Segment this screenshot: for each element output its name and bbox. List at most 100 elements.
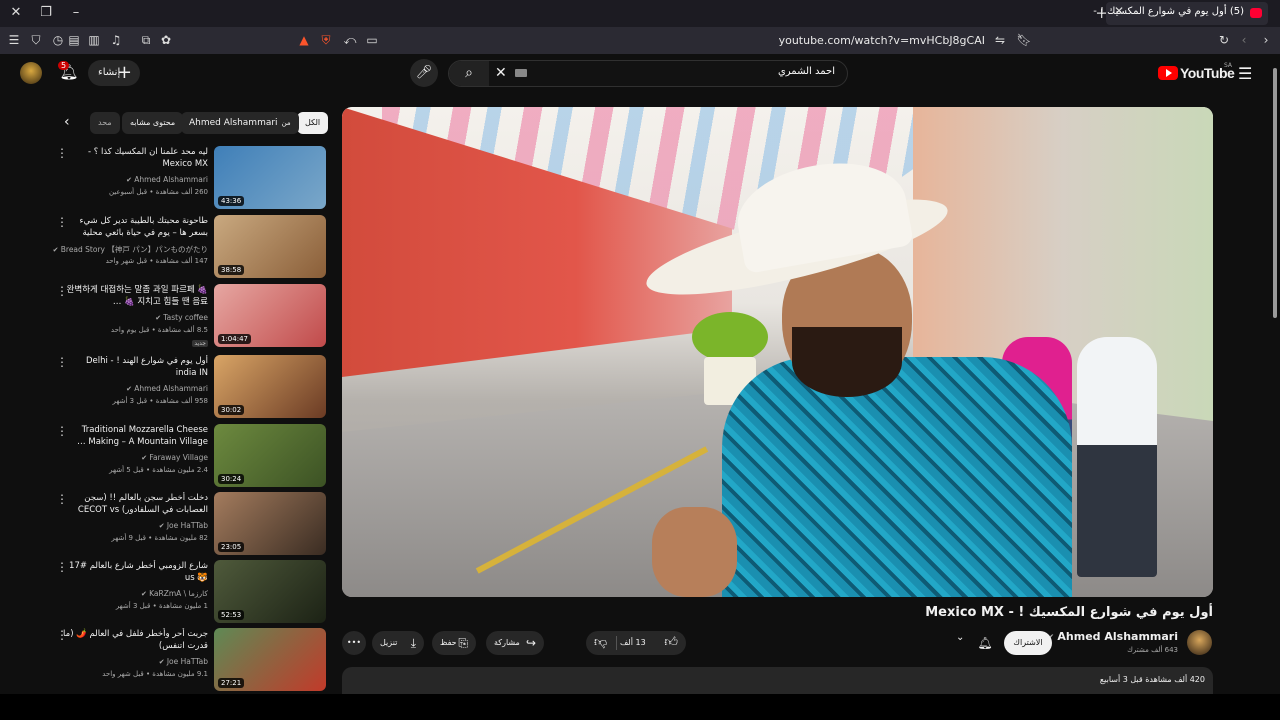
video-stats: 420 ألف مشاهدة قبل 3 أسابيع xyxy=(1099,675,1205,684)
more-actions-icon[interactable]: ••• xyxy=(342,631,366,655)
like-icon[interactable]: 👍︎ xyxy=(664,631,678,655)
chip-more[interactable]: محد xyxy=(90,112,120,134)
video-thumbnail[interactable]: 52:53 xyxy=(214,560,326,623)
menu-icon[interactable]: ☰ xyxy=(6,32,22,48)
download-button[interactable]: تنزيل ⤓ xyxy=(372,631,424,655)
share-button[interactable]: مشاركة ↪ xyxy=(486,631,544,655)
video-title[interactable]: دخلت أخطر سجن بالعالم !! (سجن العصابات ف… xyxy=(63,492,208,516)
notification-bell-icon[interactable]: 🔔︎ xyxy=(970,631,1000,655)
more-options-icon[interactable]: ⋮ xyxy=(56,628,68,642)
duration-badge: 1:04:47 xyxy=(218,334,251,344)
list-item[interactable]: 23:05 دخلت أخطر سجن بالعالم !! (سجن العصا… xyxy=(52,492,326,558)
channel-name[interactable]: ✔︎ Tasty coffee xyxy=(155,313,208,322)
sidebar-icon[interactable]: ▥ xyxy=(86,32,102,48)
video-thumbnail[interactable]: 38:58 xyxy=(214,215,326,278)
search-input[interactable]: ⌕ ✕ احمد الشمري xyxy=(448,60,848,87)
video-title[interactable]: ليه محد علمنا ان المكسيك كذا ؟ - Mexico … xyxy=(63,146,208,170)
channel-avatar[interactable] xyxy=(1187,630,1212,655)
video-title[interactable]: شارع الزومبي أخطر شارع بالعالم #17 🐯 us xyxy=(63,560,208,584)
restore-window-icon[interactable]: ❐ xyxy=(36,4,56,22)
close-tab-icon[interactable]: ✕ xyxy=(1114,4,1124,18)
video-thumbnail[interactable]: 27:21 xyxy=(214,628,326,691)
more-options-icon[interactable]: ⋮ xyxy=(56,492,68,506)
clear-search-icon[interactable]: ✕ xyxy=(495,65,507,81)
cast-icon[interactable]: ▭ xyxy=(364,32,380,48)
more-options-icon[interactable]: ⋮ xyxy=(56,560,68,574)
alert-icon[interactable]: ▲ xyxy=(296,32,312,48)
list-item[interactable]: 43:36 ليه محد علمنا ان المكسيك كذا ؟ - Me… xyxy=(52,146,326,212)
shield-icon[interactable]: ⛉ xyxy=(28,32,44,48)
list-item[interactable]: 27:21 جربت أحر وأخطر فلفل في العالم 🌶️ (م… xyxy=(52,628,326,694)
forward-icon[interactable]: › xyxy=(1258,32,1274,48)
create-button[interactable]: إنشاء + xyxy=(88,60,140,86)
description-box[interactable]: 420 ألف مشاهدة قبل 3 أسابيع xyxy=(342,667,1213,694)
channel-name[interactable]: ✔︎ Faraway Village xyxy=(141,453,208,462)
guide-menu-icon[interactable]: ☰ xyxy=(1238,64,1252,83)
youtube-logo[interactable]: YouTube SA xyxy=(1158,62,1235,84)
voice-search-mic-icon[interactable]: 🎤︎ xyxy=(410,59,438,87)
list-item[interactable]: 38:58 طاحونة محبتك بالطيبة تدير كل شيء بس… xyxy=(52,215,326,281)
video-player[interactable] xyxy=(342,107,1213,597)
region-code: SA xyxy=(1224,62,1233,69)
video-title[interactable]: جربت أحر وأخطر فلفل في العالم 🌶️ (ما قدر… xyxy=(63,628,208,652)
verified-icon: ✔︎ xyxy=(126,385,135,393)
minimize-window-icon[interactable]: – xyxy=(66,4,86,22)
notifications-bell-icon[interactable]: 🔔︎ 5 xyxy=(58,61,80,85)
site-settings-icon[interactable]: ⇋ xyxy=(992,32,1008,48)
list-item[interactable]: 1:04:47 🍇 완벽하게 대접하는 말좀 과일 파르페 🍇 지치고 힘들 땐 … xyxy=(52,284,326,350)
video-meta: 8.5 ألف مشاهدة • قبل يوم واحد xyxy=(110,326,208,334)
video-title[interactable]: Traditional Mozzarella Cheese Making – A… xyxy=(63,424,208,448)
scrollbar-thumb[interactable] xyxy=(1273,68,1277,318)
video-title[interactable]: أول يوم في شوارع الهند ! - Delhi india I… xyxy=(63,355,208,379)
channel-name[interactable]: ✔︎ Bread Story 【神戸 パン】パンものがたり xyxy=(53,244,208,255)
brave-shield-icon[interactable]: ⛨ xyxy=(318,32,334,48)
keyboard-icon[interactable] xyxy=(515,69,527,77)
list-item[interactable]: 30:24 Traditional Mozzarella Cheese Makin… xyxy=(52,424,326,490)
channel-name[interactable]: ✔︎ Ahmed Alshammari xyxy=(1047,630,1178,643)
tabs-icon[interactable]: ▤ xyxy=(66,32,82,48)
back-icon[interactable]: ‹ xyxy=(1236,32,1252,48)
dislike-icon[interactable]: 👎︎ xyxy=(594,631,607,655)
video-title[interactable]: طاحونة محبتك بالطيبة تدير كل شيء بسعر ها… xyxy=(63,215,208,239)
list-item[interactable]: 30:02 أول يوم في شوارع الهند ! - Delhi in… xyxy=(52,355,326,421)
more-options-icon[interactable]: ⋮ xyxy=(56,355,68,369)
account-avatar[interactable] xyxy=(20,62,42,84)
channel-name[interactable]: ✔︎ KaRZmA \ كارزما xyxy=(141,589,208,598)
browser-tab[interactable]: (5) أول يوم في شوارع المكسيك ! - ✕ xyxy=(1093,2,1268,25)
extensions-icon[interactable]: ✿ xyxy=(158,32,174,48)
channel-name[interactable]: ✔︎ Joe HaTTab xyxy=(159,657,208,666)
more-options-icon[interactable]: ⋮ xyxy=(56,215,68,229)
reload-icon[interactable]: ↻ xyxy=(1216,32,1232,48)
more-options-icon[interactable]: ⋮ xyxy=(56,424,68,438)
chip-all[interactable]: الكل xyxy=(297,112,329,134)
subscribe-button[interactable]: الاشتراك xyxy=(1004,631,1052,655)
video-thumbnail[interactable]: 1:04:47 xyxy=(214,284,326,347)
list-item[interactable]: 52:53 شارع الزومبي أخطر شارع بالعالم #17 … xyxy=(52,560,326,626)
chip-from-channel[interactable]: من Ahmed Alshammari xyxy=(181,112,299,134)
reader-icon[interactable]: ⤺ xyxy=(342,32,358,48)
page-scrollbar[interactable] xyxy=(1270,54,1280,694)
bookmark-icon[interactable]: 🔖︎ xyxy=(1016,32,1032,48)
chip-from-name: Ahmed Alshammari xyxy=(189,118,278,128)
video-thumbnail[interactable]: 23:05 xyxy=(214,492,326,555)
channel-name[interactable]: ✔︎ Ahmed Alshammari xyxy=(126,175,208,184)
channel-name[interactable]: ✔︎ Ahmed Alshammari xyxy=(126,384,208,393)
more-options-icon[interactable]: ⋮ xyxy=(56,284,68,298)
video-thumbnail[interactable]: 43:36 xyxy=(214,146,326,209)
save-button[interactable]: حفظ ⎘ xyxy=(432,631,476,655)
chip-related[interactable]: محتوى مشابه xyxy=(122,112,184,134)
chevron-down-icon[interactable]: ⌄ xyxy=(956,632,964,643)
chevron-left-icon[interactable]: ‹ xyxy=(64,114,70,130)
address-bar[interactable]: youtube.com/watch?v=mvHCbJ8gCAI xyxy=(400,30,990,51)
channel-name[interactable]: ✔︎ Joe HaTTab xyxy=(159,521,208,530)
screenshot-icon[interactable]: ⧉ xyxy=(138,32,154,48)
video-thumbnail[interactable]: 30:02 xyxy=(214,355,326,418)
more-options-icon[interactable]: ⋮ xyxy=(56,146,68,160)
music-icon[interactable]: ♫ xyxy=(108,32,124,48)
close-window-icon[interactable]: ✕ xyxy=(6,4,26,22)
video-thumbnail[interactable]: 30:24 xyxy=(214,424,326,487)
history-icon[interactable]: ◷ xyxy=(50,32,66,48)
search-icon[interactable]: ⌕ xyxy=(449,61,489,86)
video-title[interactable]: 🍇 완벽하게 대접하는 말좀 과일 파르페 🍇 지치고 힘들 땐 음료 … xyxy=(63,284,208,308)
video-meta: 82 مليون مشاهدة • قبل 9 أشهر xyxy=(111,534,208,542)
